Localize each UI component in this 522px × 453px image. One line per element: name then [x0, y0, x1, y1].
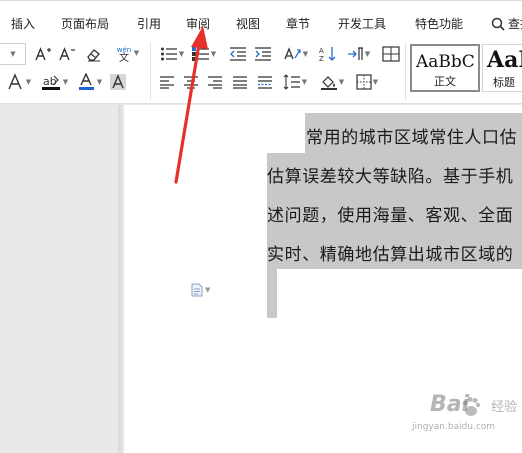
watermark: Bai 经验 jingyan.baidu.com [400, 390, 522, 440]
watermark-url: jingyan.baidu.com [412, 422, 496, 432]
watermark-brand: Bai 经验 [430, 392, 518, 417]
annotation-arrow [174, 26, 208, 184]
